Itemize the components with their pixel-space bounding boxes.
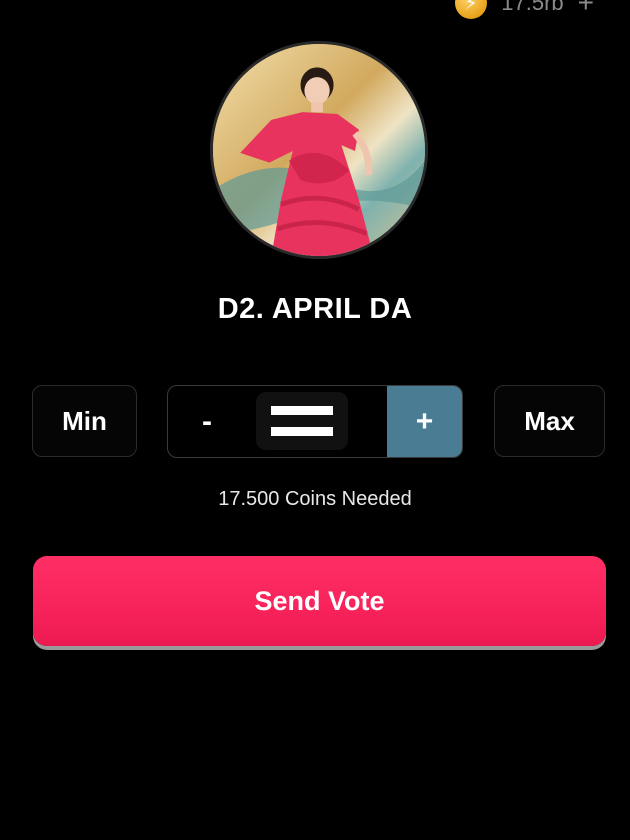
min-button[interactable]: Min	[32, 385, 137, 457]
quantity-input[interactable]	[256, 392, 348, 450]
add-coins-button[interactable]: +	[578, 0, 594, 17]
balance-amount: 17.5rb	[501, 0, 564, 15]
max-button[interactable]: Max	[494, 385, 605, 457]
send-vote-button[interactable]: Send Vote	[33, 556, 606, 646]
lightning-coin-icon: ⚡	[455, 0, 488, 19]
increment-button[interactable]: +	[387, 386, 462, 457]
candidate-photo	[213, 44, 425, 256]
quantity-bar-bottom	[271, 427, 333, 436]
candidate-avatar	[210, 41, 428, 259]
quantity-bar-top	[271, 406, 333, 415]
decrement-button[interactable]: -	[168, 386, 246, 457]
vote-quantity-stepper: - +	[167, 385, 463, 458]
candidate-name: D2. APRIL DA	[217, 293, 413, 325]
coins-needed-text: 17.500 Coins Needed	[218, 488, 412, 510]
coin-balance: ⚡ 17.5rb +	[455, 0, 594, 20]
